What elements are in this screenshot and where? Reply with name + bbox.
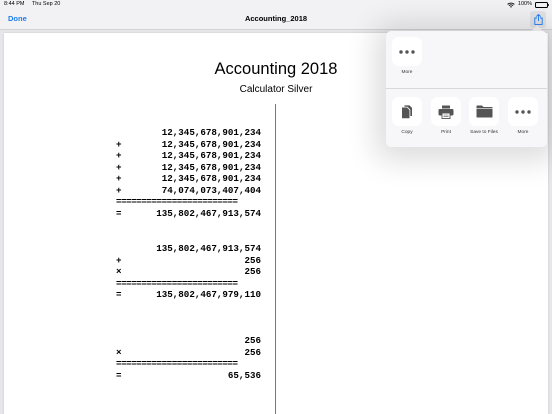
calc-row: +12,345,678,901,234 xyxy=(116,138,261,150)
share-label: Print xyxy=(441,130,451,135)
battery-percent: 100% xyxy=(517,1,532,7)
calc-row: +12,345,678,901,234 xyxy=(116,150,261,161)
share-label: Save to Files xyxy=(470,130,498,135)
more-icon xyxy=(508,97,538,126)
share-sheet: More Copy Print Save to Files More xyxy=(386,31,547,147)
share-label: Copy xyxy=(401,130,413,135)
calculation-block: 135,802,467,913,574 +256 × 256 ==========… xyxy=(116,243,261,301)
more-button[interactable]: More xyxy=(507,97,539,135)
calculation-block: 256 × 256 ======================== = 65,53… xyxy=(116,335,261,381)
wifi-icon xyxy=(507,2,515,8)
share-actions-row: Copy Print Save to Files More xyxy=(386,89,547,147)
calc-row: +74,074,073,407,404 xyxy=(116,184,261,196)
copy-icon xyxy=(392,97,422,126)
calculation-block: 12,345,678,901,234 +12,345,678,901,234 +… xyxy=(116,127,261,219)
calc-separator: ======================== xyxy=(116,196,238,207)
printer-icon xyxy=(431,97,461,126)
calc-row: +12,345,678,901,234 xyxy=(116,161,261,173)
calc-result: = 135,802,467,979,110 xyxy=(116,289,261,300)
calc-row: × 256 xyxy=(116,266,261,277)
calc-row: × 256 xyxy=(116,346,261,358)
calc-row: 256 xyxy=(244,335,261,346)
share-icon xyxy=(533,14,543,25)
share-contacts-row: More xyxy=(386,31,547,88)
document-name: Accounting_2018 xyxy=(244,14,308,23)
more-icon xyxy=(392,37,422,66)
share-label: More xyxy=(517,130,529,135)
copy-button[interactable]: Copy xyxy=(391,97,423,135)
status-date: Thu Sep 20 xyxy=(31,1,61,7)
column-divider xyxy=(275,104,276,414)
calc-row: 12,345,678,901,234 xyxy=(161,127,261,138)
calc-result: = 135,802,467,913,574 xyxy=(116,207,261,219)
share-top-more-button[interactable]: More xyxy=(391,37,423,75)
save-to-files-button[interactable]: Save to Files xyxy=(468,97,500,135)
status-bar: 8:44 PM Thu Sep 20 100% xyxy=(0,0,552,9)
calc-row: 135,802,467,913,574 xyxy=(156,243,261,254)
status-right: 100% xyxy=(507,0,549,9)
print-button[interactable]: Print xyxy=(430,97,462,135)
calc-row: +12,345,678,901,234 xyxy=(116,173,261,184)
folder-icon xyxy=(469,97,499,126)
battery-icon xyxy=(535,1,549,8)
calc-separator: ======================== xyxy=(116,358,238,369)
status-time: 8:44 PM xyxy=(4,1,25,7)
calc-result: = 65,536 xyxy=(116,369,261,381)
status-left: 8:44 PM Thu Sep 20 xyxy=(4,0,66,9)
calc-separator: ======================== xyxy=(116,277,238,289)
share-label: More xyxy=(401,70,413,75)
calc-row: +256 xyxy=(116,254,261,266)
nav-bar: Done Accounting_2018 xyxy=(0,9,552,30)
